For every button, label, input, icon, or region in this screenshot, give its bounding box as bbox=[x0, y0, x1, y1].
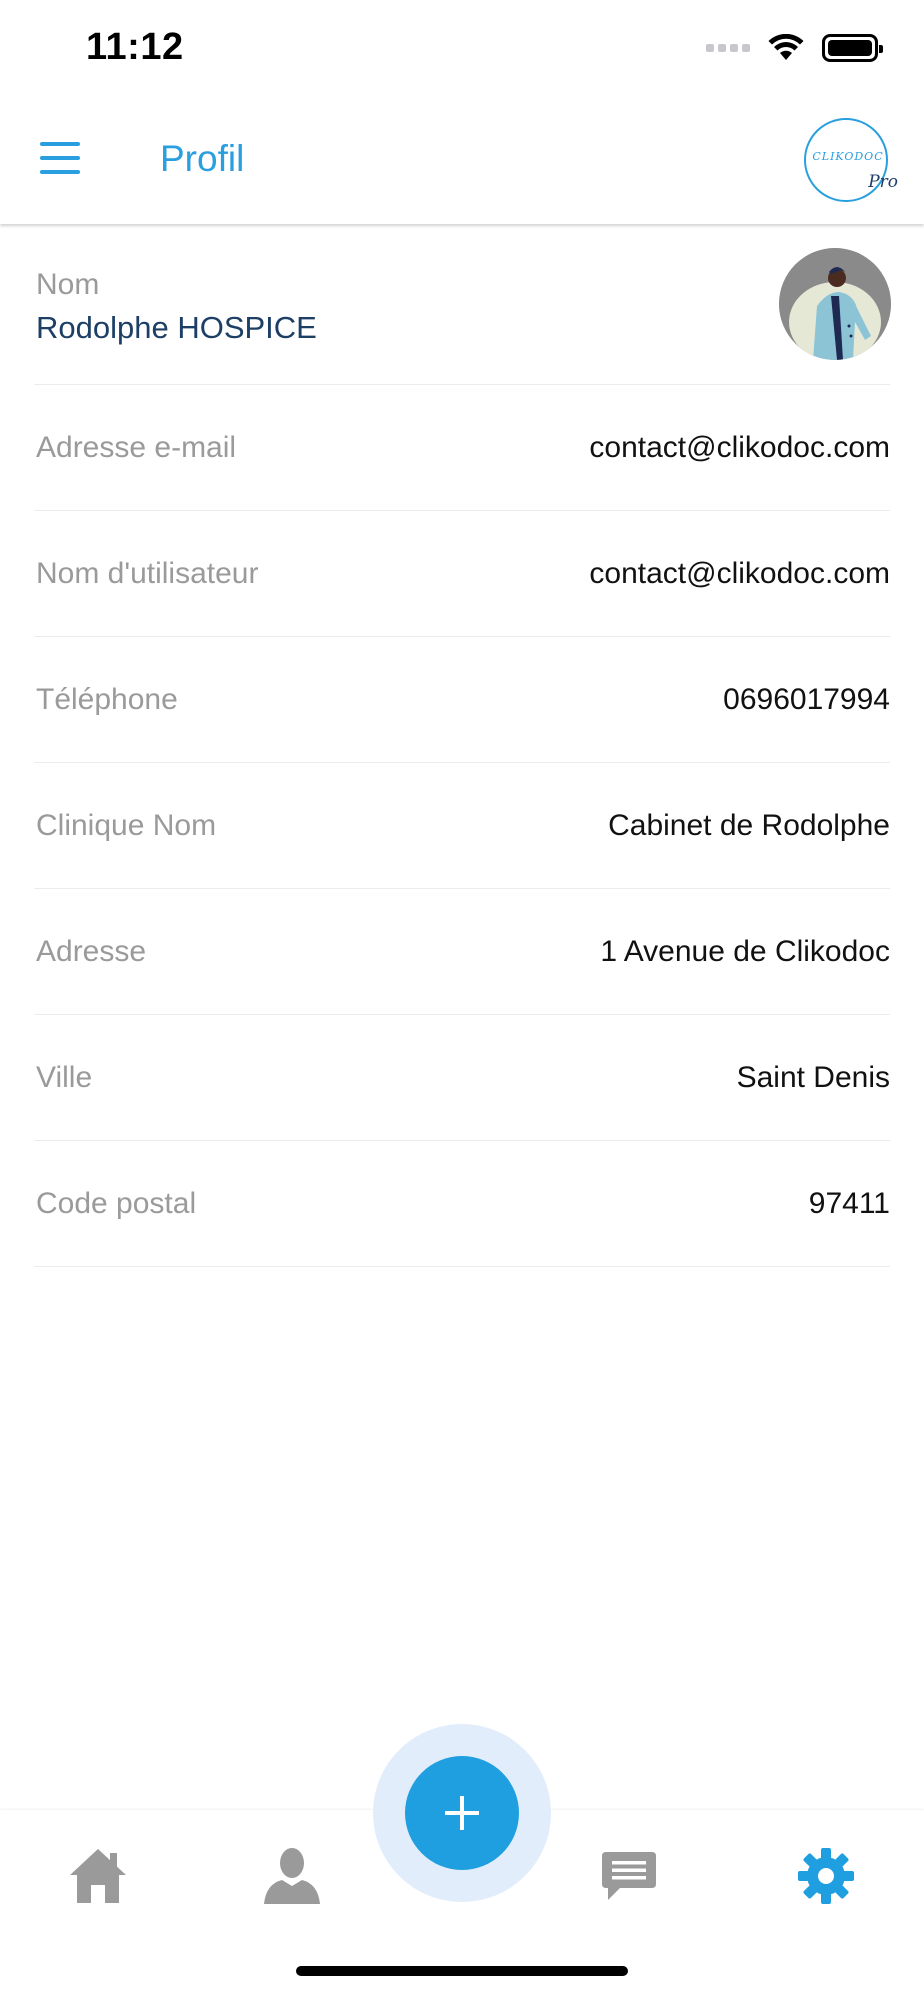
name-label: Nom bbox=[36, 268, 100, 301]
postal-code-row: Code postal 97411 bbox=[34, 1141, 890, 1267]
clikodoc-logo: CLIKODOC Pro bbox=[804, 118, 898, 202]
address-label: Adresse bbox=[36, 934, 147, 968]
clinic-name-value: Cabinet de Rodolphe bbox=[608, 808, 890, 842]
add-icon bbox=[445, 1796, 479, 1830]
email-value: contact@clikodoc.com bbox=[589, 430, 890, 464]
phone-row: Téléphone 0696017994 bbox=[34, 637, 890, 763]
phone-value: 0696017994 bbox=[723, 682, 890, 716]
email-row: Adresse e-mail contact@clikodoc.com bbox=[34, 385, 890, 511]
city-value: Saint Denis bbox=[736, 1060, 890, 1094]
address-row: Adresse 1 Avenue de Clikodoc bbox=[34, 889, 890, 1015]
logo-pro-text: Pro bbox=[868, 172, 898, 192]
cellular-signal-icon bbox=[706, 44, 750, 52]
postal-code-label: Code postal bbox=[36, 1186, 197, 1220]
status-time: 11:12 bbox=[86, 26, 184, 68]
tab-settings[interactable] bbox=[786, 1836, 866, 1916]
email-label: Adresse e-mail bbox=[36, 430, 237, 464]
avatar[interactable] bbox=[779, 248, 891, 360]
person-icon bbox=[264, 1848, 320, 1904]
status-bar: 11:12 bbox=[0, 0, 924, 100]
tab-messages[interactable] bbox=[589, 1836, 669, 1916]
home-icon bbox=[70, 1849, 126, 1903]
username-label: Nom d'utilisateur bbox=[36, 556, 259, 590]
logo-text: CLIKODOC bbox=[812, 150, 884, 163]
gear-icon bbox=[798, 1848, 854, 1904]
address-value: 1 Avenue de Clikodoc bbox=[600, 934, 890, 968]
wifi-icon bbox=[768, 34, 804, 60]
status-icons bbox=[706, 34, 883, 62]
city-row: Ville Saint Denis bbox=[34, 1015, 890, 1141]
city-label: Ville bbox=[36, 1060, 93, 1094]
postal-code-value: 97411 bbox=[808, 1186, 890, 1220]
phone-label: Téléphone bbox=[36, 682, 178, 716]
hamburger-menu-icon[interactable] bbox=[40, 142, 84, 178]
chat-icon bbox=[602, 1852, 656, 1900]
clinic-name-row: Clinique Nom Cabinet de Rodolphe bbox=[34, 763, 890, 889]
page-title: Profil bbox=[160, 138, 245, 179]
tab-home[interactable] bbox=[58, 1836, 138, 1916]
profile-list: Nom Rodolphe HOSPICE Adresse e-mail cont… bbox=[0, 224, 924, 1267]
battery-icon bbox=[822, 34, 883, 62]
tab-profile[interactable] bbox=[252, 1836, 332, 1916]
username-value: contact@clikodoc.com bbox=[589, 556, 890, 590]
profile-name-row: Nom Rodolphe HOSPICE bbox=[34, 224, 891, 385]
app-header: Profil CLIKODOC Pro bbox=[0, 100, 924, 224]
home-indicator bbox=[296, 1966, 628, 1976]
name-value: Rodolphe HOSPICE bbox=[36, 310, 317, 345]
clinic-name-label: Clinique Nom bbox=[36, 808, 217, 842]
username-row: Nom d'utilisateur contact@clikodoc.com bbox=[34, 511, 890, 637]
add-button[interactable] bbox=[405, 1756, 519, 1870]
